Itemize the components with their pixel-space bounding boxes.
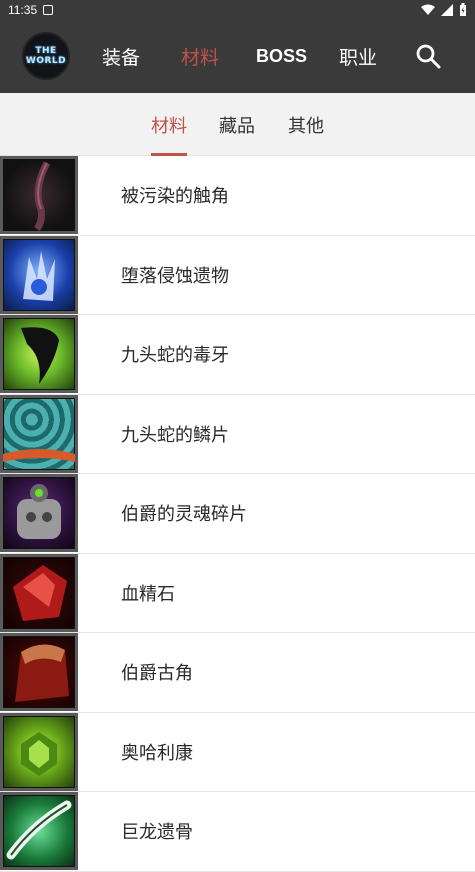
- main-nav: 装备 材料 BOSS 职业: [0, 19, 475, 93]
- nav-class[interactable]: 职业: [339, 19, 377, 93]
- item-label: 伯爵的灵魂碎片: [121, 504, 247, 526]
- tab-others[interactable]: 其他: [288, 93, 324, 156]
- item-label: 堕落侵蚀遗物: [121, 265, 229, 287]
- bloodstone-icon: [0, 553, 78, 632]
- app-bar: THE WORLD 装备 材料 BOSS 职业: [0, 19, 475, 93]
- tab-materials[interactable]: 材料: [151, 93, 187, 156]
- item-label: 伯爵古角: [121, 663, 193, 685]
- tab-collectibles-label: 藏品: [219, 115, 255, 137]
- status-bar: 11:35: [0, 0, 475, 19]
- item-label: 九头蛇的鳞片: [121, 424, 229, 446]
- list-item[interactable]: 血精石: [0, 553, 475, 633]
- status-icons: [421, 3, 467, 16]
- list-item[interactable]: 九头蛇的毒牙: [0, 315, 475, 395]
- list-item[interactable]: 伯爵的灵魂碎片: [0, 474, 475, 554]
- list-item[interactable]: 堕落侵蚀遗物: [0, 235, 475, 315]
- list-item[interactable]: 奥哈利康: [0, 712, 475, 792]
- hydra-scale-icon: [0, 394, 78, 473]
- status-time: 11:35: [8, 2, 38, 17]
- nav-boss[interactable]: BOSS: [256, 19, 307, 93]
- count-ancient-horn-icon: [0, 633, 78, 712]
- list-item[interactable]: 伯爵古角: [0, 633, 475, 713]
- notification-icon: [43, 4, 54, 15]
- wifi-icon: [421, 4, 435, 15]
- count-soul-shard-icon: [0, 474, 78, 553]
- item-label: 九头蛇的毒牙: [121, 345, 229, 367]
- orichalcum-icon: [0, 712, 78, 791]
- dragon-bone-icon: [0, 792, 78, 871]
- item-label: 奥哈利康: [121, 742, 193, 764]
- tab-collectibles[interactable]: 藏品: [219, 93, 255, 156]
- item-label: 血精石: [121, 583, 175, 605]
- tab-materials-label: 材料: [151, 115, 187, 137]
- search-icon[interactable]: [415, 43, 441, 69]
- hydra-fang-icon: [0, 315, 78, 394]
- material-list: 被污染的触角 堕落侵蚀遗物 九头蛇的毒牙 九头蛇的鳞片 伯爵的灵魂碎片 血精石: [0, 156, 475, 872]
- item-label: 被污染的触角: [121, 186, 229, 208]
- tab-others-label: 其他: [288, 115, 324, 137]
- item-label: 巨龙遗骨: [121, 822, 193, 844]
- tainted-tentacle-icon: [0, 156, 78, 235]
- battery-icon: [460, 3, 466, 16]
- list-item[interactable]: 巨龙遗骨: [0, 792, 475, 872]
- nav-equipment[interactable]: 装备: [102, 19, 140, 93]
- corrupted-relic-icon: [0, 235, 78, 314]
- list-item[interactable]: 被污染的触角: [0, 156, 475, 236]
- list-item[interactable]: 九头蛇的鳞片: [0, 394, 475, 474]
- sub-tab-bar: 材料 藏品 其他: [0, 93, 475, 156]
- signal-icon: [441, 3, 453, 16]
- nav-materials[interactable]: 材料: [181, 19, 219, 93]
